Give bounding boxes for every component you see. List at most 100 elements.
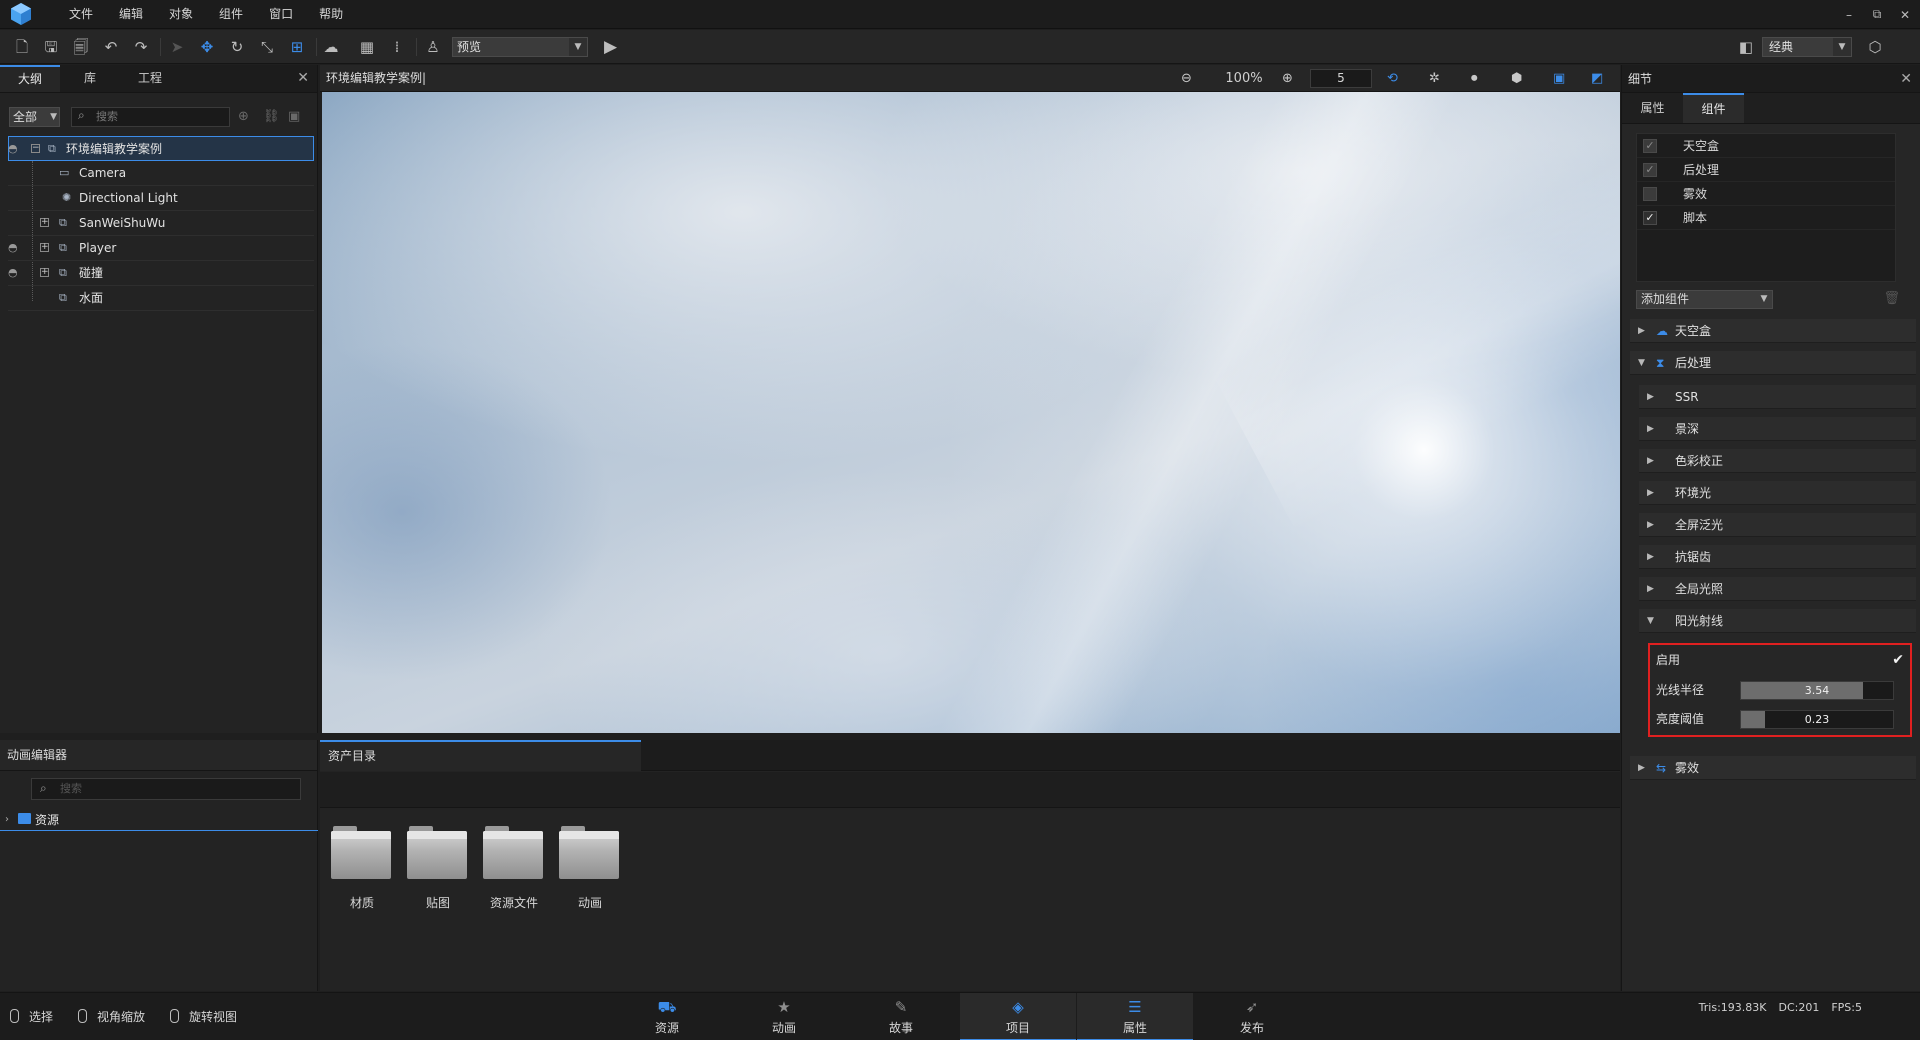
tab-project[interactable]: 工程 [120, 65, 180, 92]
move-tool-icon[interactable]: ✥ [198, 38, 216, 56]
visibility-eye-icon[interactable]: ◓ [8, 267, 20, 279]
subsection-ssr[interactable]: ▶ SSR [1639, 385, 1916, 409]
tree-row-sanweishuwu[interactable]: + ⧉ SanWeiShuWu [8, 211, 314, 236]
layout-mode-select[interactable]: 经典 ▼ [1762, 37, 1852, 57]
link-view-icon[interactable]: ⟲ [1387, 70, 1398, 87]
bottom-tab-publish[interactable]: ➶ 发布 [1194, 993, 1310, 1040]
subsection-ambient[interactable]: ▶ 环境光 [1639, 481, 1916, 505]
rotate-tool-icon[interactable]: ↻ [228, 38, 246, 56]
resource-tree-root[interactable]: › 资源 [0, 809, 318, 831]
menu-window[interactable]: 窗口 [256, 0, 306, 29]
settings-hex-icon[interactable]: ⬡ [1866, 38, 1884, 56]
grid-icon[interactable]: ▦ [358, 38, 376, 56]
component-checkbox[interactable] [1643, 187, 1657, 201]
collapse-icon[interactable]: − [31, 144, 40, 153]
animation-search-input[interactable]: 搜索 [31, 778, 301, 800]
visibility-eye-icon[interactable]: ◓ [8, 143, 20, 155]
zoom-in-icon[interactable]: ⊕ [1282, 70, 1293, 87]
tree-row-directional-light[interactable]: ✺ Directional Light [8, 186, 314, 211]
outline-filter-select[interactable]: 全部 ▼ [9, 107, 60, 127]
subsection-gi[interactable]: ▶ 全局光照 [1639, 577, 1916, 601]
subsection-color-correction[interactable]: ▶ 色彩校正 [1639, 449, 1916, 473]
add-component-select[interactable]: 添加组件 ▼ [1636, 290, 1773, 309]
component-row-skybox[interactable]: ✓ 天空盒 [1637, 134, 1895, 158]
component-row-fog[interactable]: 雾效 [1637, 182, 1895, 206]
zoom-out-icon[interactable]: ⊖ [1181, 70, 1192, 87]
menu-object[interactable]: 对象 [156, 0, 206, 29]
cube-icon[interactable]: ⬢ [1511, 70, 1522, 87]
snap-tool-icon[interactable]: ⊞ [288, 38, 306, 56]
expand-icon[interactable]: + [40, 243, 49, 252]
close-icon[interactable]: ✕ [297, 70, 309, 86]
subsection-antialias[interactable]: ▶ 抗锯齿 [1639, 545, 1916, 569]
undo-icon[interactable]: ↶ [102, 38, 120, 56]
dot-grid-icon[interactable]: ⁞ [388, 38, 406, 56]
expand-icon[interactable]: + [40, 218, 49, 227]
cloud-icon[interactable]: ☁ [322, 38, 340, 56]
outline-search-input[interactable]: 搜索 [71, 107, 230, 127]
add-node-icon[interactable]: ⊕ [238, 109, 249, 124]
bottom-tab-properties[interactable]: ☰ 属性 [1077, 993, 1193, 1040]
trash-icon[interactable]: 🗑 [1883, 291, 1900, 306]
layout-icon[interactable]: ◧ [1737, 38, 1755, 56]
brightness-threshold-slider[interactable]: 0.23 [1740, 710, 1894, 729]
menu-help[interactable]: 帮助 [306, 0, 356, 29]
tab-outline[interactable]: 大纲 [0, 65, 60, 92]
component-row-postprocess[interactable]: ✓ 后处理 [1637, 158, 1895, 182]
camera-speed-input[interactable]: 5 [1310, 69, 1372, 88]
section-skybox[interactable]: ▶ ☁ 天空盒 [1630, 319, 1916, 343]
outline-filter-value: 全部 [13, 110, 38, 124]
redo-icon[interactable]: ↷ [132, 38, 150, 56]
menu-edit[interactable]: 编辑 [106, 0, 156, 29]
tree-row-player[interactable]: ◓ + ⧉ Player [8, 236, 314, 261]
tab-library[interactable]: 库 [60, 65, 120, 92]
caret-right-icon[interactable]: › [5, 809, 9, 831]
save-icon[interactable]: 🖫 [42, 38, 60, 56]
close-window-button[interactable]: ✕ [1898, 8, 1912, 22]
ray-radius-slider[interactable]: 3.54 [1740, 681, 1894, 700]
subsection-bloom[interactable]: ▶ 全屏泛光 [1639, 513, 1916, 537]
close-icon[interactable]: ✕ [1900, 71, 1912, 87]
bottom-tab-resources[interactable]: ⛟ 资源 [609, 993, 725, 1040]
scale-tool-icon[interactable]: ⤡ [258, 38, 276, 56]
preview-mode-select[interactable]: 预览 ▼ [452, 37, 588, 57]
subsection-dof[interactable]: ▶ 景深 [1639, 417, 1916, 441]
bottom-tab-story[interactable]: ✎ 故事 [843, 993, 959, 1040]
play-icon[interactable]: ▶ [604, 36, 617, 58]
enable-checkbox[interactable]: ✔ [1892, 652, 1904, 668]
subsection-sun-rays[interactable]: ▼ 阳光射线 [1639, 609, 1916, 633]
character-icon[interactable]: ♙ [424, 38, 442, 56]
frame-icon[interactable]: ▣ [1553, 70, 1565, 87]
section-fog[interactable]: ▶ ⇆ 雾效 [1630, 756, 1916, 780]
collapse-all-icon[interactable]: ▣ [288, 109, 300, 124]
tab-components[interactable]: 组件 [1683, 93, 1744, 123]
bottom-tab-project[interactable]: ◈ 项目 [960, 993, 1076, 1040]
tab-asset-catalog[interactable]: 资产目录 [320, 740, 641, 771]
restore-button[interactable]: ⧉ [1870, 7, 1884, 22]
component-checkbox[interactable]: ✓ [1643, 211, 1657, 225]
component-row-script[interactable]: ✓ 脚本 [1637, 206, 1895, 230]
outline-tabs: 大纲 库 工程 ✕ [0, 65, 317, 93]
tree-row-root[interactable]: ◓ − ⧉ 环境编辑教学案例 [8, 136, 314, 161]
menu-component[interactable]: 组件 [206, 0, 256, 29]
component-checkbox[interactable]: ✓ [1643, 163, 1657, 177]
camera-view-icon[interactable]: ⏺ [1471, 70, 1478, 87]
scene-viewport[interactable] [322, 92, 1620, 733]
menu-file[interactable]: 文件 [56, 0, 106, 29]
tree-row-water[interactable]: ⧉ 水面 [8, 286, 314, 311]
link-icon[interactable]: ⛓ [263, 109, 280, 124]
tree-row-camera[interactable]: ▭ Camera [8, 161, 314, 186]
new-file-icon[interactable]: 🗋 [13, 38, 31, 56]
bottom-tab-animation[interactable]: ★ 动画 [726, 993, 842, 1040]
tab-properties[interactable]: 属性 [1622, 93, 1683, 123]
visibility-eye-icon[interactable]: ◓ [8, 242, 20, 254]
select-tool-icon[interactable]: ➤ [168, 38, 186, 56]
expand-icon[interactable]: + [40, 268, 49, 277]
gizmo-icon[interactable]: ✲ [1429, 70, 1440, 87]
save-all-icon[interactable]: 🗐 [72, 38, 90, 56]
component-checkbox[interactable]: ✓ [1643, 139, 1657, 153]
section-postprocess[interactable]: ▼ ⧗ 后处理 [1630, 351, 1916, 375]
maximize-view-icon[interactable]: ◩ [1591, 70, 1603, 87]
tree-row-collision[interactable]: ◓ + ⧉ 碰撞 [8, 261, 314, 286]
minimize-button[interactable]: – [1842, 8, 1856, 22]
